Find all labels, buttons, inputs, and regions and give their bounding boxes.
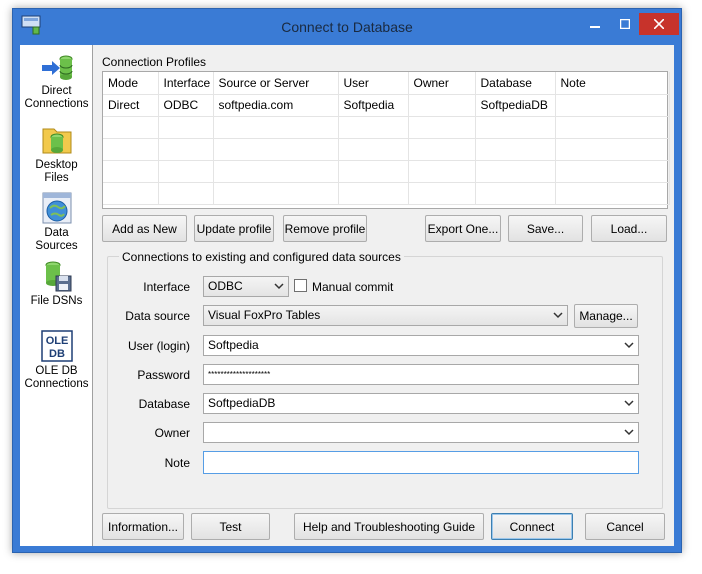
- password-field[interactable]: ********************: [203, 364, 639, 385]
- desktop-files-icon: [42, 128, 71, 154]
- data-sources-icon: [42, 192, 71, 224]
- help-guide-button[interactable]: Help and Troubleshooting Guide: [294, 513, 484, 540]
- interface-select[interactable]: ODBC: [203, 276, 289, 297]
- interface-label: Interface: [143, 280, 190, 294]
- minimize-icon: [590, 26, 600, 28]
- profiles-heading: Connection Profiles: [102, 55, 207, 69]
- table-row-empty: [103, 182, 670, 205]
- table-row-empty: [103, 138, 670, 161]
- table-cell: Direct: [103, 94, 159, 117]
- table-header-row: Mode Interface Source or Server User Own…: [103, 72, 670, 95]
- sidebar-item-label: Desktop: [35, 159, 78, 171]
- table-row[interactable]: Direct ODBC softpedia.com Softpedia Soft…: [103, 94, 670, 117]
- sidebar-item-label: OLE DB: [35, 365, 78, 377]
- export-one-button[interactable]: Export One...: [425, 215, 501, 242]
- user-label: User (login): [127, 339, 190, 353]
- svg-text:DB: DB: [49, 348, 65, 360]
- minimize-button[interactable]: [581, 13, 609, 35]
- sidebar-item-data-sources[interactable]: Data Sources: [20, 191, 93, 253]
- chevron-down-icon: [624, 342, 634, 349]
- manual-commit-label[interactable]: Manual commit: [312, 280, 393, 294]
- table-cell: [408, 94, 476, 117]
- user-combo[interactable]: Softpedia: [203, 335, 639, 356]
- sidebar-item-label: Sources: [35, 240, 78, 252]
- connection-type-sidebar: Direct Connections Desktop Files Data So…: [20, 45, 93, 546]
- save-button[interactable]: Save...: [508, 215, 583, 242]
- owner-label: Owner: [154, 426, 190, 440]
- table-cell: Softpedia: [338, 94, 409, 117]
- data-source-select-value: Visual FoxPro Tables: [208, 308, 321, 322]
- connect-button[interactable]: Connect: [491, 513, 573, 540]
- note-label: Note: [164, 456, 190, 470]
- direct-connections-icon: [41, 55, 72, 80]
- sidebar-item-file-dsns[interactable]: File DSNs: [20, 259, 93, 308]
- maximize-icon: [620, 19, 630, 29]
- column-header[interactable]: Source or Server: [213, 72, 339, 95]
- column-header[interactable]: Interface: [158, 72, 214, 95]
- column-header[interactable]: User: [338, 72, 409, 95]
- data-source-select[interactable]: Visual FoxPro Tables: [203, 305, 568, 326]
- chevron-down-icon: [624, 400, 634, 407]
- sidebar-item-label: Data: [44, 227, 69, 239]
- test-button[interactable]: Test: [191, 513, 270, 540]
- sidebar-item-label: Direct: [41, 85, 72, 97]
- chevron-down-icon: [553, 312, 563, 319]
- sidebar-item-desktop-files[interactable]: Desktop Files: [20, 125, 93, 185]
- sidebar-item-label: Files: [44, 172, 69, 184]
- table-row-empty: [103, 116, 670, 139]
- user-combo-value: Softpedia: [208, 338, 259, 352]
- chevron-down-icon: [274, 283, 284, 290]
- database-label: Database: [138, 397, 190, 411]
- cancel-button[interactable]: Cancel: [585, 513, 665, 540]
- update-profile-button[interactable]: Update profile: [194, 215, 274, 242]
- file-dsns-icon: [45, 261, 71, 292]
- dialog-client-area: Direct Connections Desktop Files Data So…: [20, 45, 674, 546]
- connection-settings-title: Connections to existing and configured d…: [119, 250, 404, 264]
- ole-db-icon: OLE DB: [40, 330, 73, 362]
- column-header[interactable]: Mode: [103, 72, 159, 95]
- connect-dialog-window: Connect to Database Direct Connections D…: [12, 8, 682, 553]
- profiles-table: Mode Interface Source or Server User Own…: [103, 72, 670, 205]
- database-combo-value: SoftpediaDB: [208, 396, 276, 410]
- manage-button[interactable]: Manage...: [574, 304, 638, 328]
- database-combo[interactable]: SoftpediaDB: [203, 393, 639, 414]
- chevron-down-icon: [624, 429, 634, 436]
- column-header[interactable]: Database: [475, 72, 556, 95]
- close-icon: [654, 19, 664, 29]
- note-field[interactable]: [203, 451, 639, 474]
- manual-commit-checkbox[interactable]: [294, 279, 307, 292]
- interface-select-value: ODBC: [208, 279, 243, 293]
- owner-combo[interactable]: [203, 422, 639, 443]
- table-cell: SoftpediaDB: [475, 94, 556, 117]
- data-source-label: Data source: [125, 309, 190, 323]
- sidebar-item-label: Connections: [24, 98, 89, 110]
- sidebar-item-label: File DSNs: [30, 295, 83, 307]
- column-header[interactable]: Note: [555, 72, 670, 95]
- column-header[interactable]: Owner: [408, 72, 476, 95]
- maximize-button[interactable]: [611, 13, 639, 35]
- information-button[interactable]: Information...: [102, 513, 184, 540]
- close-button[interactable]: [639, 13, 679, 35]
- remove-profile-button[interactable]: Remove profile: [283, 215, 367, 242]
- table-cell: [555, 94, 670, 117]
- title-bar: Connect to Database: [13, 9, 681, 45]
- sidebar-item-ole-db[interactable]: OLE DB OLE DB Connections: [20, 329, 93, 391]
- table-row-empty: [103, 160, 670, 183]
- table-cell: ODBC: [158, 94, 214, 117]
- load-button[interactable]: Load...: [591, 215, 667, 242]
- sidebar-item-direct-connections[interactable]: Direct Connections: [20, 53, 93, 111]
- password-label: Password: [137, 368, 190, 382]
- sidebar-item-label: Connections: [24, 378, 89, 390]
- profiles-grid[interactable]: Mode Interface Source or Server User Own…: [102, 71, 670, 209]
- add-as-new-button[interactable]: Add as New: [102, 215, 187, 242]
- table-cell: softpedia.com: [213, 94, 339, 117]
- svg-text:OLE: OLE: [45, 335, 68, 347]
